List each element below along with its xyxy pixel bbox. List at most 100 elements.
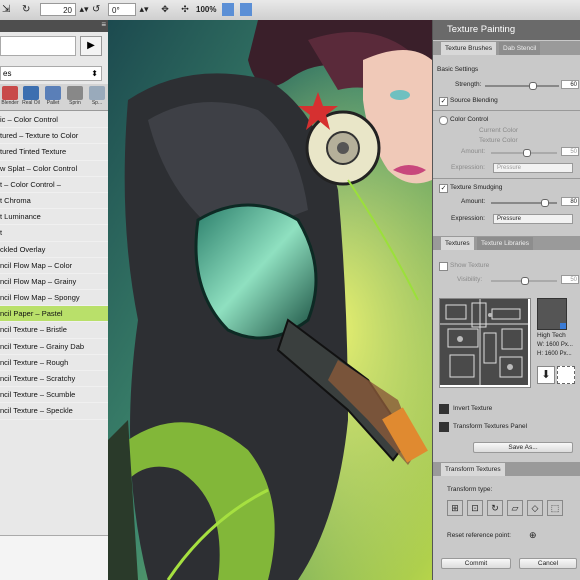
brush-variant-item[interactable]: tured – Texture to Color xyxy=(0,128,108,145)
divider xyxy=(433,110,580,111)
tab-texture-libraries[interactable]: Texture Libraries xyxy=(477,237,534,250)
color-control-radio[interactable] xyxy=(439,116,448,125)
selected-indicator xyxy=(560,323,566,329)
reference-point-icon[interactable]: ⊕ xyxy=(529,530,537,541)
brush-variant-item[interactable]: ic – Color Control xyxy=(0,112,108,129)
commit-button[interactable]: Commit xyxy=(441,558,511,569)
amount-slider[interactable] xyxy=(491,149,557,157)
rotate-transform-icon[interactable]: ↻ xyxy=(487,500,503,516)
brush-thumb[interactable]: Real Oil xyxy=(22,86,40,108)
brush-variant-item[interactable]: t Luminance xyxy=(0,209,108,226)
texture-preview[interactable] xyxy=(439,298,531,388)
transform-icon[interactable] xyxy=(222,3,234,16)
texture-image xyxy=(440,299,528,385)
import-icon[interactable]: ⬇ xyxy=(537,366,555,384)
move-transform-icon[interactable]: ⊞ xyxy=(447,500,463,516)
stepper-icon[interactable]: ▴▾ xyxy=(77,3,91,16)
brush-thumb[interactable]: Sprin xyxy=(66,86,84,108)
brush-variant-item[interactable]: ncil Flow Map – Grainy xyxy=(0,274,108,291)
visibility-value[interactable]: 50 xyxy=(561,275,579,284)
menu-icon[interactable]: ≡ xyxy=(101,20,106,29)
expression-dropdown-2[interactable]: Pressure xyxy=(493,214,573,224)
skew-icon[interactable]: ▱ xyxy=(507,500,523,516)
zoom-level[interactable]: 100% xyxy=(196,3,216,16)
brush-variant-item[interactable]: t xyxy=(0,225,108,242)
expression-label: Expression: xyxy=(451,164,485,171)
brush-variant-item[interactable]: ncil Texture – Rough xyxy=(0,355,108,371)
source-blending-label: Source Blending xyxy=(450,97,498,104)
play-button[interactable]: ▶ xyxy=(80,36,102,56)
texture-width: W: 1600 Px... xyxy=(537,342,573,348)
size-field[interactable]: 20 xyxy=(40,3,76,16)
brush-variant-item[interactable]: t – Color Control – xyxy=(0,177,108,193)
transform-icon[interactable] xyxy=(240,3,252,16)
texture-height: H: 1600 Px... xyxy=(537,351,572,357)
brush-variant-item[interactable]: ncil Texture – Speckle xyxy=(0,403,108,420)
angle-field[interactable]: 0° xyxy=(108,3,136,16)
smudge-amount-slider[interactable] xyxy=(491,199,557,207)
expression-dropdown[interactable]: Pressure xyxy=(493,163,573,173)
amount-value[interactable]: 50 xyxy=(561,147,579,156)
visibility-slider[interactable] xyxy=(491,277,557,285)
pan-icon[interactable]: ✣ xyxy=(178,3,192,16)
texture-smudging-checkbox[interactable]: ✓ xyxy=(439,184,448,193)
texture-color-label: Texture Color xyxy=(479,137,518,144)
transform-textures-panel-label: Transform Textures Panel xyxy=(453,423,528,430)
brush-variant-item[interactable]: ncil Paper – Pastel xyxy=(0,306,108,323)
tab-textures[interactable]: Textures xyxy=(441,237,474,250)
brush-variant-item[interactable]: ncil Flow Map – Color xyxy=(0,258,108,274)
angle-icon[interactable]: ↺ xyxy=(92,3,100,16)
stepper-icon[interactable]: ▴▾ xyxy=(137,3,151,16)
category-select[interactable]: es ⬍ xyxy=(0,66,102,81)
tab-bar-transform: Transform Textures xyxy=(433,462,580,476)
strength-label: Strength: xyxy=(455,81,482,88)
texture-smudging-label: Texture Smudging xyxy=(450,184,503,191)
save-as-button[interactable]: Save As... xyxy=(473,442,573,453)
invert-icon[interactable] xyxy=(439,404,449,414)
brush-variant-item[interactable]: ncil Texture – Grainy Dab xyxy=(0,339,108,355)
tab-transform-textures[interactable]: Transform Textures xyxy=(441,463,505,476)
show-texture-label: Show Texture xyxy=(450,262,490,269)
amount-label: Amount: xyxy=(461,148,486,155)
brush-variant-item[interactable]: ncil Texture – Scumble xyxy=(0,387,108,404)
move-icon[interactable]: ✥ xyxy=(158,3,172,16)
brush-variant-item[interactable]: ckled Overlay xyxy=(0,242,108,258)
brush-variant-item[interactable]: tured Tinted Texture xyxy=(0,144,108,161)
tab-dab-stencil[interactable]: Dab Stencil xyxy=(499,42,541,55)
resize-icon[interactable]: ⇲ xyxy=(2,3,10,16)
distort-icon[interactable]: ◇ xyxy=(527,500,543,516)
reset-reference-point-label: Reset reference point: xyxy=(447,532,511,539)
canvas[interactable] xyxy=(108,20,432,580)
strength-value[interactable]: 60 xyxy=(561,80,579,89)
brush-variant-item[interactable]: ncil Flow Map – Spongy xyxy=(0,290,108,307)
brush-variant-item[interactable]: w Splat – Color Control xyxy=(0,161,108,177)
tab-texture-brushes[interactable]: Texture Brushes xyxy=(441,42,496,55)
brush-variant-item[interactable]: ncil Texture – Bristle xyxy=(0,322,108,339)
brush-variant-item[interactable]: ncil Texture – Scratchy xyxy=(0,371,108,388)
brush-thumb[interactable]: Pallet xyxy=(44,86,62,108)
brush-search-input[interactable] xyxy=(0,36,76,56)
brush-variant-item[interactable]: t Chroma xyxy=(0,193,108,210)
rotate-icon[interactable]: ↻ xyxy=(22,3,30,16)
visibility-label: Visibility: xyxy=(457,276,483,283)
brush-thumb[interactable]: Sp... xyxy=(88,86,106,108)
scale-icon[interactable]: ⊡ xyxy=(467,500,483,516)
invert-texture-label: Invert Texture xyxy=(453,405,493,412)
smudge-amount-value[interactable]: 80 xyxy=(561,197,579,206)
texture-thumbnail[interactable] xyxy=(537,298,567,330)
cancel-button[interactable]: Cancel xyxy=(519,558,577,569)
perspective-icon[interactable]: ⬚ xyxy=(547,500,563,516)
source-blending-checkbox[interactable]: ✓ xyxy=(439,97,448,106)
transform-panel-icon[interactable] xyxy=(439,422,449,432)
show-texture-checkbox[interactable] xyxy=(439,262,448,271)
current-color-label: Current Color xyxy=(479,127,519,134)
tab-bar-textures: Textures Texture Libraries xyxy=(433,236,580,250)
brush-thumb[interactable]: Blender xyxy=(1,86,19,108)
strength-slider[interactable] xyxy=(485,82,559,90)
brush-variant-list: ic – Color Control tured – Texture to Col… xyxy=(0,112,108,420)
capture-icon[interactable] xyxy=(557,366,575,384)
artwork-image xyxy=(108,20,432,580)
texture-name: High Tech xyxy=(537,332,566,339)
panel-header: ≡ xyxy=(0,20,108,32)
panel-title: Texture Painting xyxy=(433,20,580,40)
